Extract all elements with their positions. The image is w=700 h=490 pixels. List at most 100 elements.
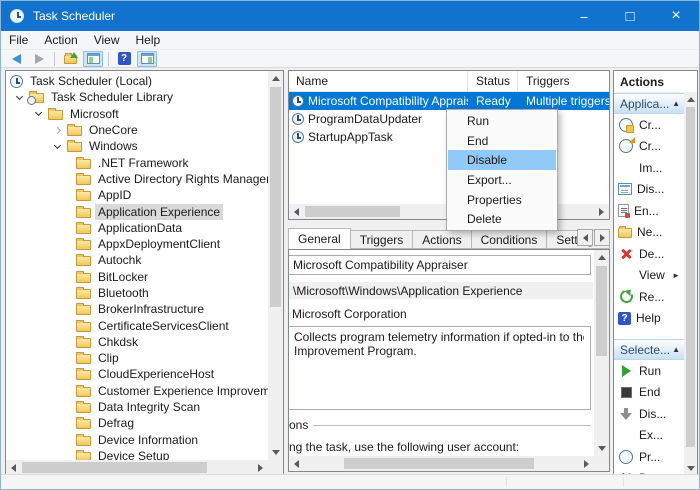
scroll-left-icon[interactable] [289,456,304,471]
tree-item[interactable]: Clip [6,350,268,366]
tree-item[interactable]: Chkdsk [6,334,268,350]
tree-item-microsoft[interactable]: Microsoft [6,106,268,122]
tree-item-onecore[interactable]: OneCore [6,122,268,138]
section-header-application-experience[interactable]: Applica... ▲ [614,93,684,114]
tree-item[interactable]: Device Setup [6,448,268,460]
tree-item[interactable]: Active Directory Rights Management [6,171,268,187]
scrollbar-thumb[interactable] [344,458,534,469]
menu-action[interactable]: Action [36,31,85,49]
section-header-selected-item[interactable]: Selecte... ▲ [614,339,684,360]
scroll-up-icon[interactable] [268,71,283,86]
tab-actions[interactable]: Actions [413,230,471,249]
tree-item[interactable]: AppxDeploymentClient [6,236,268,252]
action-create-task[interactable]: Cr... [614,136,684,158]
tree-item[interactable]: BrokerInfrastructure [6,301,268,317]
context-menu-run[interactable]: Run [448,111,556,131]
scroll-right-icon[interactable] [594,204,609,219]
action-icon [618,427,634,443]
scroll-down-icon[interactable] [268,445,283,460]
up-level-icon[interactable] [60,51,80,67]
task-row-microsoft-compatibility-appraiser[interactable]: Microsoft Compatibility Appraiser Ready … [289,92,609,110]
action-refresh[interactable]: Re... [614,286,684,308]
tree-item-application-experience[interactable]: Application Experience [6,203,268,219]
action-disable[interactable]: Dis... [614,403,684,425]
show-console-tree-icon[interactable] [83,51,103,67]
action-run[interactable]: Run [614,360,684,382]
context-menu-end[interactable]: End [448,131,556,151]
menu-view[interactable]: View [86,31,128,49]
action-icon [618,204,629,217]
action-display-all-running-tasks[interactable]: Dis... [614,179,684,201]
action-import-task[interactable]: Im... [614,157,684,179]
context-menu-delete[interactable]: Delete [448,209,556,229]
forward-icon[interactable] [29,51,49,67]
maximize-button[interactable]: □ [607,1,653,31]
tree-item[interactable]: Autochk [6,252,268,268]
context-menu-disable[interactable]: Disable [448,150,556,170]
tree-item[interactable]: Data Integrity Scan [6,399,268,415]
tree-item[interactable]: Defrag [6,415,268,431]
scroll-up-icon[interactable] [684,93,697,106]
action-enable-task-history[interactable]: En... [614,200,684,222]
help-icon[interactable] [114,51,134,67]
scroll-left-icon[interactable] [289,204,304,219]
tab-scroll-right-icon[interactable] [594,229,610,246]
action-icon [618,406,634,422]
scroll-down-icon[interactable] [594,441,609,456]
menu-help[interactable]: Help [128,31,169,49]
context-menu-export[interactable]: Export... [448,170,556,190]
tree-item[interactable]: AppID [6,187,268,203]
action-export[interactable]: Ex... [614,425,684,447]
tree-item-icon [76,338,91,348]
action-label: Dis... [639,407,666,421]
scrollbar-thumb[interactable] [22,462,207,473]
tree-item-task-scheduler-library[interactable]: Task Scheduler Library [6,89,268,105]
tree-item[interactable]: BitLocker [6,269,268,285]
tab-triggers[interactable]: Triggers [351,230,414,249]
tree-item[interactable]: CloudExperienceHost [6,366,268,382]
tree-item-windows[interactable]: Windows [6,138,268,154]
scrollbar-thumb[interactable] [305,206,400,217]
tab-general[interactable]: General [288,228,351,249]
tab-scroll-left-icon[interactable] [577,229,593,246]
action-create-basic-task[interactable]: Cr... [614,114,684,136]
expander-icon[interactable] [48,128,67,133]
scroll-right-icon[interactable] [579,456,594,471]
action-new-folder[interactable]: Ne... [614,222,684,244]
scroll-left-icon[interactable] [6,460,21,475]
action-end[interactable]: End [614,382,684,404]
menu-file[interactable]: File [1,31,36,49]
column-header-name[interactable]: Name [289,71,468,91]
action-properties[interactable]: Pr... [614,446,684,468]
column-header-triggers[interactable]: Triggers [518,71,609,91]
back-icon[interactable] [6,51,26,67]
show-action-pane-icon[interactable] [137,51,157,67]
scroll-up-icon[interactable] [594,250,609,265]
minimize-button[interactable]: – [561,1,607,31]
expander-icon[interactable] [29,112,48,115]
tree-item[interactable]: Bluetooth [6,285,268,301]
scrollbar-thumb[interactable] [686,107,695,447]
close-button[interactable]: × [653,1,699,31]
context-menu-properties[interactable]: Properties [448,190,556,210]
tree-item[interactable]: .NET Framework [6,154,268,170]
column-header-status[interactable]: Status [468,71,518,91]
tree-item[interactable]: Customer Experience Improvement P [6,383,268,399]
tree-item[interactable]: Device Information [6,432,268,448]
scrollbar-thumb[interactable] [270,87,281,307]
tree-item[interactable]: ApplicationData [6,220,268,236]
tab-label: General [298,232,341,246]
scrollbar-thumb[interactable] [596,266,607,356]
tree-item-task-scheduler-local[interactable]: Task Scheduler (Local) [6,73,268,89]
tab-conditions[interactable]: Conditions [472,230,548,249]
expander-icon[interactable] [48,145,67,148]
tree-item-label: CloudExperienceHost [95,366,217,382]
tree-item[interactable]: CertificateServicesClient [6,317,268,333]
tree-item-label: .NET Framework [95,155,191,171]
action-delete-folder[interactable]: De... [614,243,684,265]
scroll-right-icon[interactable] [253,460,268,475]
action-view[interactable]: View ► [614,265,684,287]
action-label: Dis... [637,182,664,196]
action-icon [618,228,632,238]
action-help[interactable]: Help [614,308,684,330]
